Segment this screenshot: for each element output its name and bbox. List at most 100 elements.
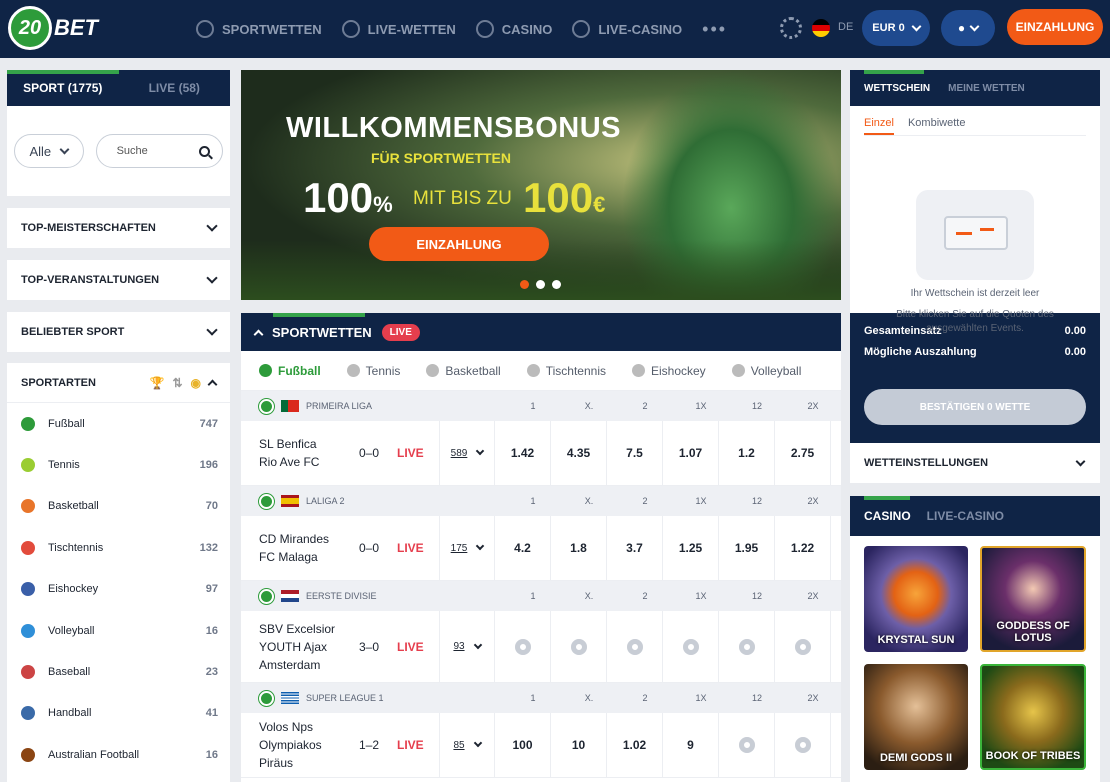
nav-sportwetten[interactable]: SPORTWETTEN [196, 20, 322, 38]
odd-button[interactable]: 4.35 [551, 420, 607, 486]
odd-button[interactable]: 9 [663, 712, 719, 778]
sport-tab[interactable]: Eishockey [631, 364, 706, 378]
odds-columns: 1 X. 2 1X 12 2X [505, 591, 841, 601]
sport-tab[interactable]: Basketball [426, 364, 501, 378]
tab-sport[interactable]: SPORT (1775) [7, 70, 119, 106]
locked-odd-icon[interactable] [495, 610, 551, 683]
tab-wettschein[interactable]: WETTSCHEIN [864, 83, 930, 94]
language-label[interactable]: DE [838, 21, 853, 33]
sport-item[interactable]: Basketball 70 [7, 486, 230, 527]
sport-item[interactable]: Eishockey 97 [7, 569, 230, 610]
odd-button[interactable]: 1.2 [719, 420, 775, 486]
odds-column-label: 1X [695, 591, 707, 601]
sport-item[interactable]: Handball 41 [7, 693, 230, 734]
odd-button[interactable]: 1.02 [607, 712, 663, 778]
tab-einzel[interactable]: Einzel [864, 117, 894, 135]
odd-button[interactable]: 4.2 [495, 515, 551, 581]
sport-item[interactable]: Bandy5 [7, 776, 230, 782]
odd-button[interactable]: 1.95 [719, 515, 775, 581]
german-flag-icon[interactable] [812, 19, 830, 37]
sort-az-icon[interactable]: ⇅ [172, 376, 182, 390]
more-markets-button[interactable]: 175 [439, 515, 495, 581]
locked-odd-icon[interactable] [775, 712, 831, 778]
sport-item[interactable]: Fußball 747 [7, 403, 230, 444]
nav-casino[interactable]: CASINO [475, 20, 552, 38]
team-name: FC Malaga [259, 550, 318, 564]
confirm-bet-button[interactable]: BESTÄTIGEN 0 WETTE [864, 389, 1086, 425]
sportwetten-header[interactable]: SPORTWETTEN LIVE [241, 313, 841, 351]
more-markets-button[interactable]: 93 [439, 610, 495, 683]
more-markets-button[interactable]: 85 [439, 712, 495, 778]
locked-odd-icon[interactable] [719, 610, 775, 683]
accordion-top-meisterschaften[interactable]: TOP-MEISTERSCHAFTEN [7, 208, 230, 248]
carousel-dot[interactable] [520, 280, 529, 289]
locked-odd-icon[interactable] [719, 712, 775, 778]
nav-live-wetten[interactable]: LIVE-WETTEN [341, 20, 456, 38]
sports-list-header[interactable]: SPORTARTEN 🏆 ⇅ ◉ [7, 363, 230, 403]
league-header[interactable]: PRIMEIRA LIGA 1 X. 2 1X 12 2X [241, 391, 841, 421]
odd-button[interactable]: 7.5 [607, 420, 663, 486]
chevron-down-icon [206, 324, 218, 336]
accordion-top-veranstaltungen[interactable]: TOP-VERANSTALTUNGEN [7, 260, 230, 300]
sport-tab[interactable]: Volleyball [731, 364, 801, 378]
nav-live-casino[interactable]: LIVE-CASINO [572, 20, 682, 38]
odd-button[interactable]: 1.8 [551, 515, 607, 581]
sport-tab[interactable]: Tennis [346, 364, 400, 378]
locked-odd-icon[interactable] [663, 610, 719, 683]
sport-tab[interactable]: Tischtennis [526, 364, 606, 378]
locked-odd-icon[interactable] [775, 610, 831, 683]
banner-deposit-button[interactable]: EINZAHLUNG [369, 227, 549, 261]
league-header[interactable]: EERSTE DIVISIE 1 X. 2 1X 12 2X [241, 581, 841, 611]
odd-button[interactable]: 10 [551, 712, 607, 778]
match-row[interactable]: SBV Excelsior YOUTH Ajax Amsterdam 3–0 LIVE 9… [241, 610, 841, 683]
sports-items: Fußball 747 Tennis 196 Basketball 70 Tischtenn… [7, 403, 230, 782]
league-header[interactable]: SUPER LEAGUE 1 1 X. 2 1X 12 2X [241, 683, 841, 713]
tab-casino[interactable]: CASINO [864, 509, 911, 523]
gear-icon[interactable] [780, 17, 802, 39]
chevron-up-icon[interactable] [253, 329, 264, 339]
odd-button[interactable]: 3.7 [607, 515, 663, 581]
sport-item[interactable]: Baseball 23 [7, 651, 230, 692]
tab-live-casino[interactable]: LIVE-CASINO [927, 509, 1004, 523]
accordion-beliebter-sport[interactable]: BELIEBTER SPORT [7, 312, 230, 352]
game-tile[interactable]: GODDESS OF LOTUS [980, 546, 1086, 652]
balance-button[interactable]: EUR 0 [862, 10, 930, 46]
tab-kombiwette[interactable]: Kombiwette [908, 117, 965, 135]
globe-icon[interactable]: ◉ [191, 376, 201, 390]
search-input[interactable]: Suche [95, 134, 223, 168]
user-button[interactable]: ● [941, 10, 995, 46]
match-row[interactable]: CD Mirandes FC Malaga 0–0 LIVE 175 4.2 1.8 3.7 1… [241, 515, 841, 581]
locked-odd-icon[interactable] [551, 610, 607, 683]
match-row[interactable]: SL Benfica Rio Ave FC 0–0 LIVE 589 1.42 4.35 7.… [241, 420, 841, 486]
sport-item[interactable]: Tischtennis 132 [7, 527, 230, 568]
game-tile[interactable]: KRYSTAL SUN [864, 546, 968, 652]
game-tile[interactable]: BOOK OF TRIBES [980, 664, 1086, 770]
tab-live[interactable]: LIVE (58) [119, 70, 231, 106]
deposit-button[interactable]: EINZAHLUNG [1007, 9, 1103, 45]
sport-item[interactable]: Volleyball 16 [7, 610, 230, 651]
sport-tab[interactable]: Fußball [259, 364, 321, 378]
odd-button[interactable]: 1.42 [495, 420, 551, 486]
game-tile[interactable]: DEMI GODS II [864, 664, 968, 770]
promo-banner[interactable]: WILLKOMMENSBONUS FÜR SPORTWETTEN 100% MI… [241, 70, 841, 300]
logo[interactable]: 20 BET [8, 6, 98, 50]
chevron-up-icon[interactable] [207, 379, 218, 390]
odd-button[interactable]: 2.75 [775, 420, 831, 486]
trophy-icon[interactable]: 🏆 [150, 376, 165, 390]
bet-settings[interactable]: WETTEINSTELLUNGEN [850, 443, 1100, 483]
odd-button[interactable]: 100 [495, 712, 551, 778]
odd-button[interactable]: 1.07 [663, 420, 719, 486]
locked-odd-icon[interactable] [607, 610, 663, 683]
match-row[interactable]: Volos Nps Olympiakos Piräus 1–2 LIVE 85 100 10… [241, 712, 841, 778]
league-header[interactable]: LALIGA 2 1 X. 2 1X 12 2X [241, 486, 841, 516]
filter-select[interactable]: Alle [14, 134, 84, 168]
sport-item[interactable]: Australian Football 16 [7, 734, 230, 775]
more-markets-button[interactable]: 589 [439, 420, 495, 486]
sport-item[interactable]: Tennis 196 [7, 444, 230, 485]
odd-button[interactable]: 1.22 [775, 515, 831, 581]
carousel-dot[interactable] [536, 280, 545, 289]
carousel-dot[interactable] [552, 280, 561, 289]
odd-button[interactable]: 1.25 [663, 515, 719, 581]
tab-meine-wetten[interactable]: MEINE WETTEN [948, 83, 1025, 94]
more-menu-icon[interactable]: ••• [702, 19, 727, 40]
